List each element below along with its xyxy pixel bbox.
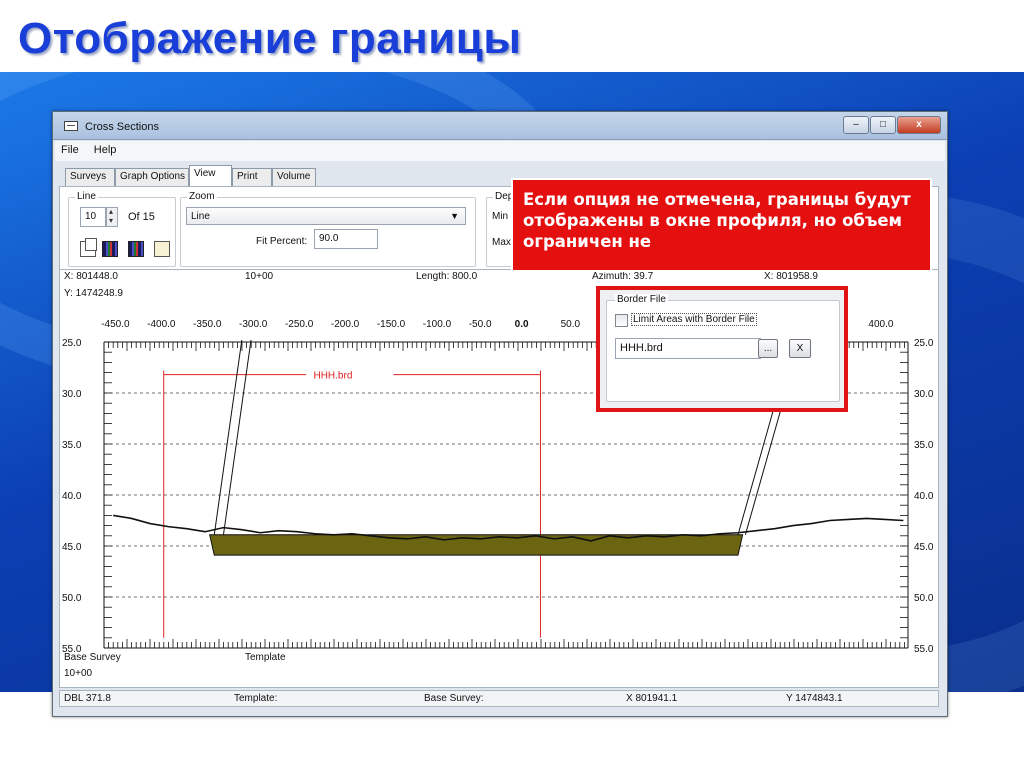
x-tick-label: 400.0 (868, 319, 893, 330)
tab-graph-options[interactable]: Graph Options (115, 168, 189, 186)
menu-file[interactable]: File (55, 141, 85, 156)
x-tick-label: 0.0 (515, 319, 529, 330)
x-tick-label: -450.0 (101, 319, 130, 330)
x-tick-label: -100.0 (423, 319, 452, 330)
x-tick-label: -400.0 (147, 319, 176, 330)
status-y: Y 1474843.1 (786, 693, 843, 704)
tab-volume[interactable]: Volume (272, 168, 316, 186)
x-tick-label: 50.0 (561, 319, 581, 330)
line-spinner[interactable] (106, 207, 118, 227)
y-tick-label-right: 40.0 (914, 491, 934, 502)
azimuth-readout: Azimuth: 39.7 (592, 271, 654, 282)
station-readout: 10+00 (245, 271, 274, 282)
graph-icon[interactable] (102, 241, 118, 257)
clear-button[interactable]: X (789, 339, 811, 358)
y-tick-label-right: 35.0 (914, 440, 934, 451)
close-button[interactable]: x (897, 116, 941, 134)
x-tick-label: -50.0 (469, 319, 492, 330)
y-tick-label-right: 50.0 (914, 593, 934, 604)
y-tick-label-left: 50.0 (62, 593, 82, 604)
menu-bar: File Help (55, 141, 945, 161)
zoom-group-title: Zoom (187, 191, 217, 202)
y-tick-label-left: 30.0 (62, 389, 82, 400)
menu-help[interactable]: Help (88, 141, 123, 156)
window-title: Cross Sections (85, 121, 159, 133)
border-file-group: Border File Limit Areas with Border File… (606, 294, 840, 402)
status-x: X 801941.1 (626, 693, 678, 704)
app-icon (64, 121, 78, 131)
line-group-title: Line (75, 191, 98, 202)
depth-min-label: Min (492, 211, 509, 222)
callout-note: Если опция не отмечена, границы будут от… (511, 178, 932, 272)
limit-areas-label[interactable]: Limit Areas with Border File (631, 313, 757, 326)
export-icon[interactable] (154, 241, 170, 257)
status-template: Template: (234, 693, 278, 704)
maximize-button[interactable]: □ (870, 116, 896, 134)
line-of-label: Of 15 (128, 211, 155, 223)
boundary-label: HHH.brd (313, 371, 352, 382)
border-file-group-title: Border File (615, 294, 668, 305)
y-tick-label-left: 35.0 (62, 440, 82, 451)
line-number-input[interactable]: 10 (80, 207, 106, 227)
tab-print[interactable]: Print (232, 168, 272, 186)
x-tick-label: -200.0 (331, 319, 360, 330)
template-label: Template (245, 652, 286, 663)
y-tick-label-right: 30.0 (914, 389, 934, 400)
depth-max-label: Max (492, 237, 511, 248)
fit-percent-label: Fit Percent: (256, 236, 308, 247)
border-file-highlight: Border File Limit Areas with Border File… (596, 286, 848, 412)
y-tick-label-left: 45.0 (62, 542, 82, 553)
y-tick-label-right: 25.0 (914, 338, 934, 349)
copy-icon[interactable] (80, 238, 97, 257)
y-tick-label-left: 40.0 (62, 491, 82, 502)
start-y-readout: Y: 1474248.9 (64, 288, 123, 299)
x-tick-label: -150.0 (377, 319, 406, 330)
x-tick-label: -250.0 (285, 319, 314, 330)
tab-surveys[interactable]: Surveys (65, 168, 115, 186)
limit-areas-checkbox[interactable] (615, 314, 628, 327)
y-tick-label-right: 55.0 (914, 644, 934, 655)
browse-button[interactable]: ... (758, 339, 778, 358)
x-tick-label: -350.0 (193, 319, 222, 330)
graph-alt-icon[interactable] (128, 241, 144, 257)
border-file-input[interactable]: HHH.brd (615, 338, 761, 359)
x-tick-label: -300.0 (239, 319, 268, 330)
base-survey-label: Base Survey (64, 652, 121, 663)
status-bar: DBL 371.8 Template: Base Survey: X 80194… (59, 690, 939, 707)
fit-percent-input[interactable]: 90.0 (314, 229, 378, 249)
zoom-select[interactable]: Line ▼ (186, 207, 466, 225)
slide-title: Отображение границы (18, 14, 522, 63)
y-tick-label-right: 45.0 (914, 542, 934, 553)
minimize-button[interactable]: – (843, 116, 869, 134)
y-tick-label-left: 25.0 (62, 338, 82, 349)
chevron-down-icon: ▼ (450, 211, 459, 221)
end-x-readout: X: 801958.9 (764, 271, 818, 282)
length-readout: Length: 800.0 (416, 271, 478, 282)
station-label: 10+00 (64, 668, 93, 679)
tab-view[interactable]: View (189, 165, 232, 186)
start-x-readout: X: 801448.0 (64, 271, 118, 282)
title-bar[interactable]: Cross Sections – □ x (53, 112, 947, 140)
status-base-survey: Base Survey: (424, 693, 484, 704)
status-dbl: DBL 371.8 (64, 693, 111, 704)
zoom-select-value: Line (191, 211, 210, 222)
